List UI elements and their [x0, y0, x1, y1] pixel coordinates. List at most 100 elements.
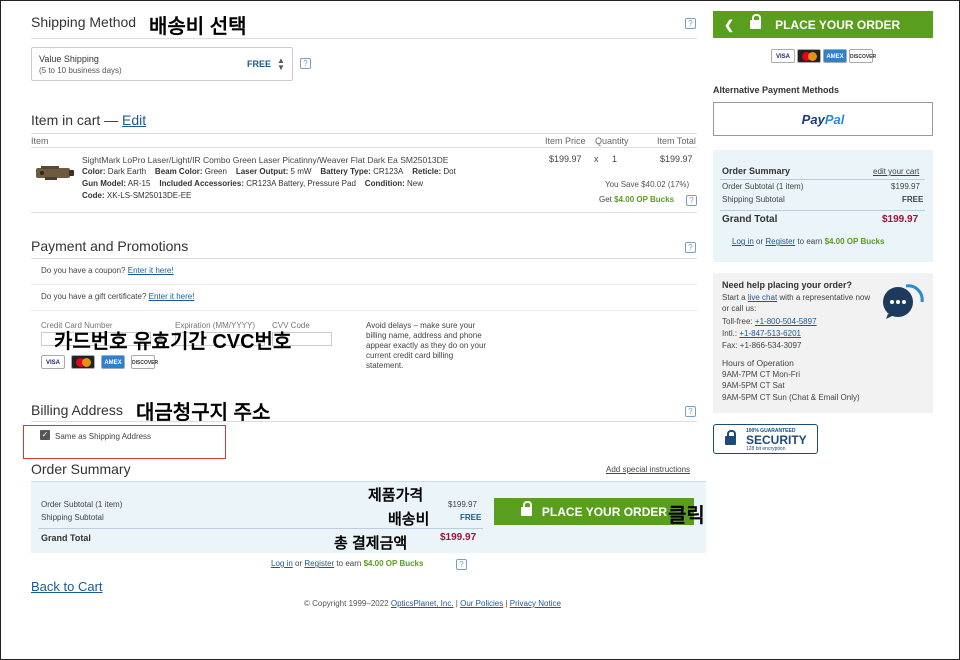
help-icon[interactable]: ? — [300, 58, 311, 69]
summary-shipping-label: Shipping Subtotal — [41, 513, 104, 522]
col-total-header: Item Total — [657, 136, 696, 146]
hours-title: Hours of Operation — [722, 358, 794, 368]
paypal-pal-text: Pal — [824, 111, 845, 127]
product-code-row: Code: XK-LS-SM25013DE-EE — [82, 190, 522, 202]
mastercard-icon — [797, 49, 821, 63]
same-as-shipping-label: Same as Shipping Address — [55, 432, 152, 441]
register-link[interactable]: Register — [765, 237, 795, 246]
sidebar-summary-title: Order Summary — [722, 166, 791, 176]
privacy-link[interactable]: Privacy Notice — [510, 599, 561, 608]
mastercard-icon — [71, 355, 95, 369]
ko-price-label: 제품가격 — [368, 487, 424, 504]
product-laser-icon — [36, 166, 74, 180]
help-icon[interactable]: ? — [456, 559, 467, 570]
login-link[interactable]: Log in — [271, 559, 293, 568]
amex-text: AMEX — [104, 360, 122, 366]
shipping-select[interactable]: Value Shipping (5 to 10 business days) F… — [31, 47, 293, 81]
policies-link[interactable]: Our Policies — [460, 599, 503, 608]
qty-times: x — [594, 154, 599, 164]
product-specs-row-1: Color: Dark Earth Beam Color: Green Lase… — [82, 166, 522, 178]
same-as-shipping-checkbox[interactable]: ✓ — [40, 430, 50, 440]
back-to-cart-link[interactable]: Back to Cart — [31, 579, 103, 594]
sidebar-shipping-label: Shipping Subtotal — [722, 195, 785, 204]
ko-total-label: 총 결제금액 — [334, 535, 408, 552]
paypal-button[interactable]: Pay Pal — [713, 102, 933, 136]
discover-text: DISCOVER — [850, 54, 877, 60]
summary-shipping-value: FREE — [460, 513, 482, 522]
coupon-link[interactable]: Enter it here! — [128, 266, 174, 275]
help-icon[interactable]: ? — [685, 406, 696, 417]
card-fields-ko-label: 카드번호 유효기간 CVC번호 — [54, 331, 292, 353]
or-text: or — [295, 559, 303, 568]
coupon-row: Do you have a coupon? Enter it here! — [41, 266, 174, 275]
login-earn-row-bottom: Log in or Register to earn $4.00 OP Buck… — [271, 559, 423, 568]
paypal-pay-text: Pay — [801, 111, 825, 127]
reticle-value: Dot — [443, 167, 456, 176]
cart-title-text: Item in cart — — [31, 112, 119, 128]
place-order-button-bottom[interactable]: PLACE YOUR ORDER — [494, 498, 694, 525]
product-name-link[interactable]: SightMark LoPro Laser/Light/IR Combo Gre… — [82, 154, 522, 166]
cart-title: Item in cart — Edit — [31, 112, 146, 128]
accessories-value: CR123A Battery, Pressure Pad — [246, 179, 356, 188]
alt-payment-title: Alternative Payment Methods — [713, 85, 840, 95]
highlight-box — [23, 425, 226, 459]
product-specs-row-2: Gun Model: AR-15 Included Accessories: C… — [82, 178, 522, 190]
edit-cart-link[interactable]: Edit — [122, 112, 146, 128]
summary-subtotal-label: Order Subtotal (1 item) — [41, 500, 123, 509]
visa-card-icon: VISA — [41, 355, 65, 369]
intl-link[interactable]: +1-847-513-6201 — [739, 329, 801, 338]
visa-text: VISA — [775, 54, 790, 60]
sidebar-subtotal-value: $199.97 — [891, 182, 920, 191]
tollfree-label: Toll-free: — [722, 317, 753, 326]
sidebar-grand-label: Grand Total — [722, 214, 778, 225]
register-link[interactable]: Register — [304, 559, 334, 568]
item-bucks: Get $4.00 OP Bucks — [599, 195, 674, 204]
place-order-button-top[interactable]: ❮ PLACE YOUR ORDER — [713, 11, 933, 38]
summary-grand-value: $199.97 — [440, 532, 477, 543]
amex-card-icon: AMEX — [823, 49, 847, 63]
hours-sunday: 9AM-5PM CT Sun (Chat & Email Only) — [722, 393, 860, 402]
footer: © Copyright 1999–2022 OpticsPlanet, Inc.… — [304, 599, 561, 608]
chat-bubble-icon[interactable] — [880, 280, 926, 320]
company-link[interactable]: OpticsPlanet, Inc. — [391, 599, 454, 608]
coupon-question: Do you have a coupon? — [41, 266, 126, 275]
output-value: 5 mW — [290, 167, 312, 176]
shipping-method-title: Shipping Method — [31, 14, 137, 30]
col-qty-header: Quantity — [595, 136, 629, 146]
help-icon[interactable]: ? — [685, 18, 696, 29]
summary-grand-label: Grand Total — [41, 533, 91, 543]
sidebar-grand-value: $199.97 — [882, 214, 919, 225]
special-instructions-link[interactable]: Add special instructions — [606, 465, 690, 474]
login-link[interactable]: Log in — [732, 237, 754, 246]
divider — [31, 310, 697, 311]
discover-card-icon: DISCOVER — [849, 49, 877, 63]
shipping-option-days: (5 to 10 business days) — [39, 66, 122, 75]
discover-card-icon: DISCOVER — [131, 355, 158, 369]
chevron-left-icon: ❮ — [724, 17, 735, 32]
seal-main-text: SECURITY — [746, 433, 807, 447]
divider — [720, 179, 925, 180]
item-bucks-value: $4.00 OP Bucks — [614, 195, 675, 204]
billing-note: Avoid delays – make sure your billing na… — [366, 321, 487, 370]
lock-icon — [520, 501, 532, 516]
tollfree-link[interactable]: +1-800-504-5897 — [755, 317, 817, 326]
lock-icon — [725, 430, 736, 445]
help-icon[interactable]: ? — [685, 242, 696, 253]
bucks-value: $4.00 OP Bucks — [363, 559, 424, 568]
battery-value: CR123A — [373, 167, 404, 176]
security-seal[interactable]: 100% GUARANTEED SECURITY 128 bit encrypt… — [713, 424, 818, 454]
edit-your-cart-link[interactable]: edit your cart — [873, 167, 919, 176]
item-quantity[interactable]: 1 — [612, 154, 617, 164]
help-start-text: Start a — [722, 293, 746, 302]
product-image[interactable] — [33, 163, 75, 183]
mount-label: Gun Model: — [82, 179, 126, 188]
live-chat-link[interactable]: live chat — [748, 293, 777, 302]
amex-card-icon: AMEX — [101, 355, 125, 369]
divider — [720, 210, 925, 211]
divider — [31, 147, 697, 148]
ko-shipping-label: 배송비 — [388, 511, 430, 528]
help-icon[interactable]: ? — [686, 195, 697, 206]
visa-card-icon: VISA — [771, 49, 795, 63]
summary-subtotal-value: $199.97 — [448, 500, 477, 509]
gift-link[interactable]: Enter it here! — [149, 292, 195, 301]
